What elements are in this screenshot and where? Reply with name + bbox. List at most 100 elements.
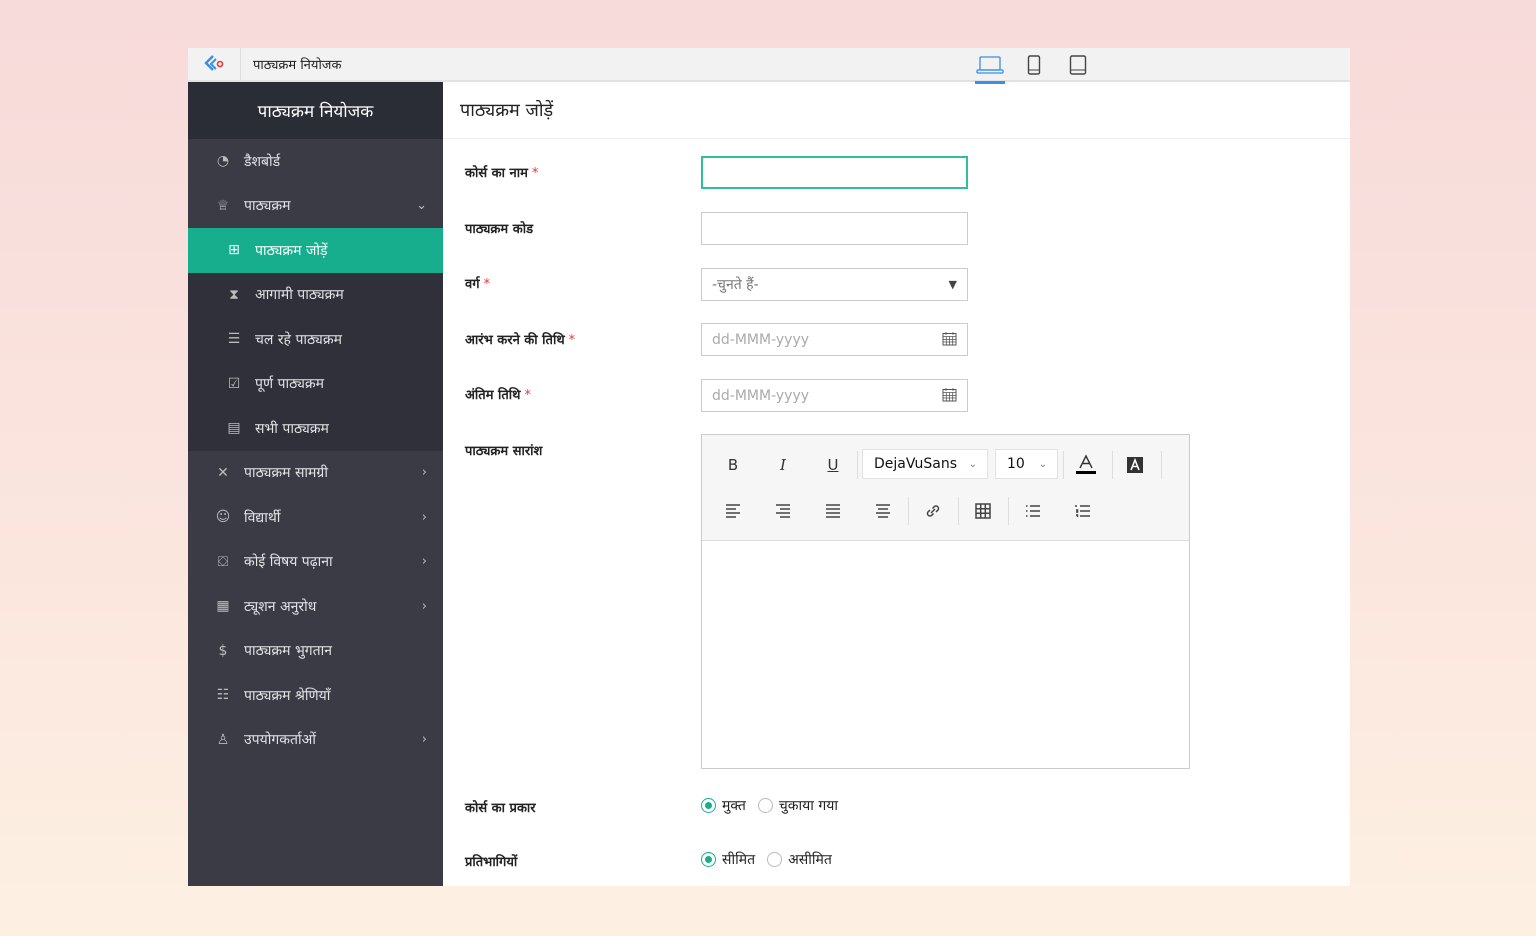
sidebar-item[interactable]: ◔ डैशबोर्ड	[188, 139, 443, 184]
course-type-radio-group: मुक्त चुकाया गया	[701, 796, 850, 815]
chevron-down-icon: ⌄	[1038, 458, 1047, 470]
course-icon: ♕	[216, 197, 230, 214]
teacher-icon: ⛋	[217, 553, 229, 570]
underline-button[interactable]: U	[818, 451, 848, 479]
sidebar-item-label: कोई विषय पढ़ाना	[244, 554, 333, 571]
dropdown-caret-icon: ▼	[948, 278, 957, 291]
users-icon: ♙	[216, 731, 230, 748]
highlight-icon	[1127, 457, 1143, 473]
summary-label: पाठ्यक्रम सारांश	[465, 444, 543, 459]
background-color-button[interactable]	[1120, 451, 1150, 479]
sidebar-item[interactable]: ▤ सभी पाठ्यक्रम	[188, 406, 443, 451]
calendar-icon[interactable]	[942, 387, 957, 405]
participants-limited-radio[interactable]: सीमित	[701, 850, 755, 869]
tablet-view-button[interactable]	[1056, 48, 1100, 82]
font-color-button[interactable]	[1071, 451, 1101, 479]
sidebar-item-label: विद्यार्थी	[244, 509, 281, 526]
sidebar-item[interactable]: ☺ विद्यार्थी ›	[188, 495, 443, 540]
all-courses-icon: ▤	[227, 420, 241, 437]
end-date-input[interactable]: dd-MMM-yyyy	[701, 379, 968, 412]
laptop-icon	[976, 56, 1004, 74]
sidebar-item-label: पाठ्यक्रम सामग्री	[244, 465, 328, 482]
chevron-right-icon: ›	[421, 465, 427, 481]
participants-unlimited-radio[interactable]: असीमित	[767, 850, 832, 869]
course-type-paid-radio[interactable]: चुकाया गया	[757, 796, 838, 815]
sidebar-item-label: डैशबोर्ड	[244, 153, 281, 170]
course-type-label: कोर्स का प्रकार	[465, 801, 536, 816]
justify-button[interactable]	[818, 497, 848, 525]
tablet-icon	[1069, 55, 1087, 75]
sidebar-item[interactable]: ☷ पाठ्यक्रम श्रेणियाँ	[188, 673, 443, 718]
sidebar: पाठ्यक्रम नियोजक ◔ डैशबोर्ड ♕ पाठ्यक्रम ⌄ ⊞ पा…	[188, 82, 443, 886]
course-name-input[interactable]	[701, 156, 968, 189]
course-code-input[interactable]	[701, 212, 968, 245]
sidebar-item[interactable]: ▦ ट्यूशन अनुरोध ›	[188, 584, 443, 629]
sidebar-item[interactable]: ⊞ पाठ्यक्रम जोड़ें	[188, 228, 443, 273]
sidebar-item[interactable]: ⧗ आगामी पाठ्यक्रम	[188, 273, 443, 318]
sidebar-item[interactable]: ☰ चल रहे पाठ्यक्रम	[188, 317, 443, 362]
page-title: पाठ्यक्रम जोड़ें	[443, 82, 1350, 139]
participants-label: प्रतिभागियों	[465, 855, 518, 870]
bold-button[interactable]: B	[718, 451, 748, 479]
sliders-icon: ☷	[216, 687, 230, 704]
sidebar-item-label: सभी पाठ्यक्रम	[255, 420, 329, 437]
sidebar-item-label: पाठ्यक्रम श्रेणियाँ	[244, 687, 331, 704]
list-icon: ☰	[227, 331, 241, 348]
app-logo-icon	[188, 48, 241, 80]
laptop-view-button[interactable]	[968, 48, 1012, 84]
participants-radio-group: सीमित असीमित	[701, 850, 844, 869]
submenu: ⊞ पाठ्यक्रम जोड़ें ⧗ आगामी पाठ्यक्रम ☰ चल रहे…	[188, 228, 443, 451]
start-date-input[interactable]: dd-MMM-yyyy	[701, 323, 968, 356]
payment-icon: $	[218, 642, 228, 659]
sidebar-title: पाठ्यक्रम नियोजक	[188, 82, 443, 139]
font-size-select[interactable]: 10 ⌄	[995, 449, 1058, 479]
course-type-free-radio[interactable]: मुक्त	[701, 796, 746, 815]
align-right-button[interactable]	[768, 497, 798, 525]
category-label: वर्ग *	[465, 277, 491, 292]
app-window: पाठ्यक्रम नियोजक पाठ्यक्रम नियोजक ◔ डैशबो…	[188, 48, 1350, 886]
table-icon	[975, 503, 991, 519]
sidebar-item[interactable]: ✕ पाठ्यक्रम सामग्री ›	[188, 451, 443, 496]
start-date-label: आरंभ करने की तिथि *	[465, 333, 576, 348]
sidebar-item[interactable]: ☑ पूर्ण पाठ्यक्रम	[188, 362, 443, 407]
mobile-view-button[interactable]	[1012, 48, 1056, 82]
top-bar: पाठ्यक्रम नियोजक	[188, 48, 1350, 84]
sidebar-item[interactable]: ♕ पाठ्यक्रम ⌄	[188, 184, 443, 229]
dashboard-icon: ◔	[216, 153, 230, 170]
sidebar-item-label: आगामी पाठ्यक्रम	[255, 287, 344, 304]
link-button[interactable]	[918, 497, 948, 525]
sidebar-item-label: ट्यूशन अनुरोध	[244, 598, 317, 615]
link-icon	[926, 505, 940, 517]
calendar-icon[interactable]	[942, 331, 957, 349]
numbered-list-button[interactable]	[1068, 497, 1098, 525]
tools-icon: ✕	[217, 464, 229, 481]
editor-toolbar: B I U DejaVuSans ⌄ 10 ⌄	[702, 435, 1189, 541]
align-left-button[interactable]	[718, 497, 748, 525]
add-icon: ⊞	[228, 242, 240, 259]
numbered-list-icon	[1075, 505, 1090, 517]
justify-icon	[826, 504, 840, 518]
align-center-button[interactable]	[868, 497, 898, 525]
sidebar-item[interactable]: $ पाठ्यक्रम भुगतान	[188, 629, 443, 674]
table-button[interactable]	[968, 497, 998, 525]
mobile-icon	[1027, 55, 1041, 75]
font-family-select[interactable]: DejaVuSans ⌄	[862, 449, 988, 479]
chevron-down-icon: ⌄	[416, 198, 427, 214]
clipboard-check-icon: ☑	[227, 375, 241, 392]
sidebar-item-label: उपयोगकर्ताओं	[244, 732, 316, 749]
sidebar-item-label: पूर्ण पाठ्यक्रम	[255, 376, 325, 393]
chevron-down-icon: ⌄	[968, 458, 977, 470]
app-title: पाठ्यक्रम नियोजक	[253, 58, 342, 73]
main-content: पाठ्यक्रम जोड़ें कोर्स का नाम * पाठ्यक्रम…	[443, 82, 1350, 886]
user-icon: ☺	[215, 509, 231, 526]
sidebar-item-label: पाठ्यक्रम	[244, 198, 291, 215]
category-select[interactable]: -चुनते हैं- ▼	[701, 268, 968, 301]
rich-text-editor: B I U DejaVuSans ⌄ 10 ⌄	[701, 434, 1190, 769]
sidebar-item-label: पाठ्यक्रम जोड़ें	[255, 242, 328, 259]
bullet-list-button[interactable]	[1018, 497, 1048, 525]
sidebar-item[interactable]: ♙ उपयोगकर्ताओं ›	[188, 718, 443, 763]
italic-button[interactable]: I	[768, 451, 798, 479]
chevron-right-icon: ›	[421, 732, 427, 748]
sidebar-item[interactable]: ⛋ कोई विषय पढ़ाना ›	[188, 540, 443, 585]
chevron-right-icon: ›	[421, 554, 427, 570]
